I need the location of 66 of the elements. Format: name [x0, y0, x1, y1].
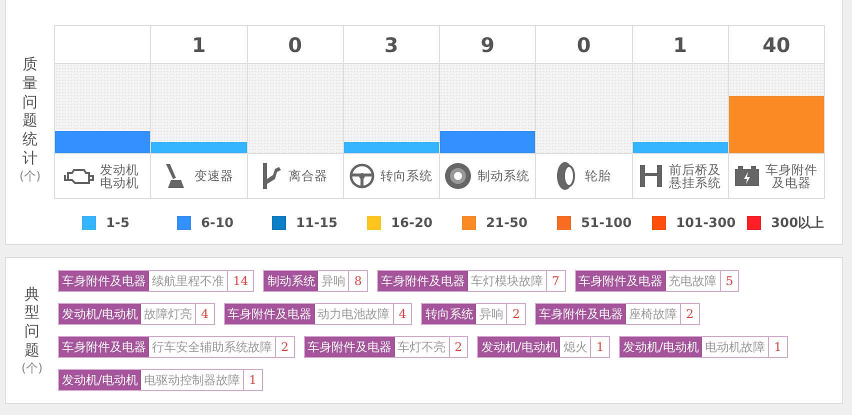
- tag-count: 4: [398, 306, 408, 323]
- tag-category: 车身附件及电器: [536, 304, 626, 324]
- problem-count: 3: [384, 32, 398, 56]
- tag-problem: 座椅故障: [626, 304, 681, 324]
- tag-count: 2: [454, 339, 464, 356]
- section-title: 质量问题统计: [22, 55, 38, 168]
- tag-category: 车身附件及电器: [59, 271, 149, 291]
- legend-label: 11-15: [296, 216, 338, 230]
- tag-problem: 电驱动控制器故障: [141, 370, 244, 390]
- tag-count: 5: [724, 273, 734, 290]
- unit-label: (个): [21, 360, 43, 376]
- legend-label: 51-100: [581, 216, 632, 230]
- tag-category: 车身附件及电器: [59, 337, 149, 357]
- tag-count: 8: [353, 273, 363, 290]
- section-title: 典型问题: [24, 284, 40, 360]
- unit-label: (个): [19, 168, 41, 184]
- category-label: 离合器: [288, 169, 329, 183]
- tag-count: 14: [232, 273, 250, 290]
- tag-category: 发动机/电动机: [59, 304, 142, 324]
- tag-category: 转向系统: [422, 304, 476, 324]
- problem-count: 1: [192, 32, 206, 56]
- legend-label: 1-5: [106, 216, 130, 230]
- legend-label: 21-50: [486, 216, 528, 230]
- tag-problem: 动力电池故障: [314, 304, 394, 324]
- tag-count: 2: [511, 306, 521, 323]
- tag-problem: 充电故障: [666, 271, 721, 291]
- tag-problem: 行车安全辅助系统故障: [149, 337, 276, 357]
- tag-category: 制动系统: [264, 271, 318, 291]
- problem-count: 1: [673, 32, 688, 56]
- category-label: 制动系统: [476, 169, 531, 183]
- tag-count: 1: [595, 339, 605, 356]
- tag-count: 2: [684, 306, 695, 323]
- problem-count: 40: [762, 32, 790, 56]
- category-label: 轮胎: [584, 169, 612, 183]
- tag-category: 车身附件及电器: [304, 337, 395, 357]
- tag-category: 车身附件及电器: [224, 304, 315, 324]
- tag-category: 车身附件及电器: [576, 271, 666, 291]
- tag-category: 发动机/电动机: [59, 370, 142, 390]
- tag-category: 发动机/电动机: [620, 337, 702, 357]
- tag-category: 发动机/电动机: [478, 337, 560, 357]
- category-label: 发动机电动机: [99, 162, 140, 190]
- tag-count: 1: [773, 339, 783, 356]
- tag-count: 7: [550, 273, 561, 290]
- category-label: 转向系统: [379, 169, 434, 183]
- tag-problem: 熄火: [560, 337, 592, 357]
- tag-problem: 电动机故障: [702, 337, 770, 357]
- legend-label: 16-20: [391, 216, 433, 230]
- tag-problem: 异响: [318, 271, 350, 291]
- tag-count: 4: [200, 306, 210, 323]
- legend-label: 6-10: [201, 216, 234, 230]
- legend-label: 300以上: [771, 215, 824, 232]
- legend-label: 101-300: [676, 216, 736, 230]
- tag-problem: 续航里程不准: [149, 271, 228, 291]
- tag-count: 1: [248, 372, 258, 389]
- category-label: 车身附件及电器: [764, 162, 818, 190]
- problem-count: 9: [480, 32, 495, 56]
- category-label: 变速器: [193, 169, 234, 183]
- tag-count: 2: [280, 339, 290, 356]
- tag-problem: 车灯模块故障: [468, 271, 547, 291]
- problem-count: 0: [576, 32, 591, 56]
- tag-problem: 故障灯亮: [141, 304, 196, 324]
- tag-problem: 车灯不亮: [394, 337, 450, 357]
- problem-count: 0: [288, 32, 302, 56]
- tag-category: 车身附件及电器: [378, 271, 468, 291]
- tag-problem: 异响: [476, 304, 508, 324]
- category-label: 前后桥及悬挂系统: [668, 162, 722, 190]
